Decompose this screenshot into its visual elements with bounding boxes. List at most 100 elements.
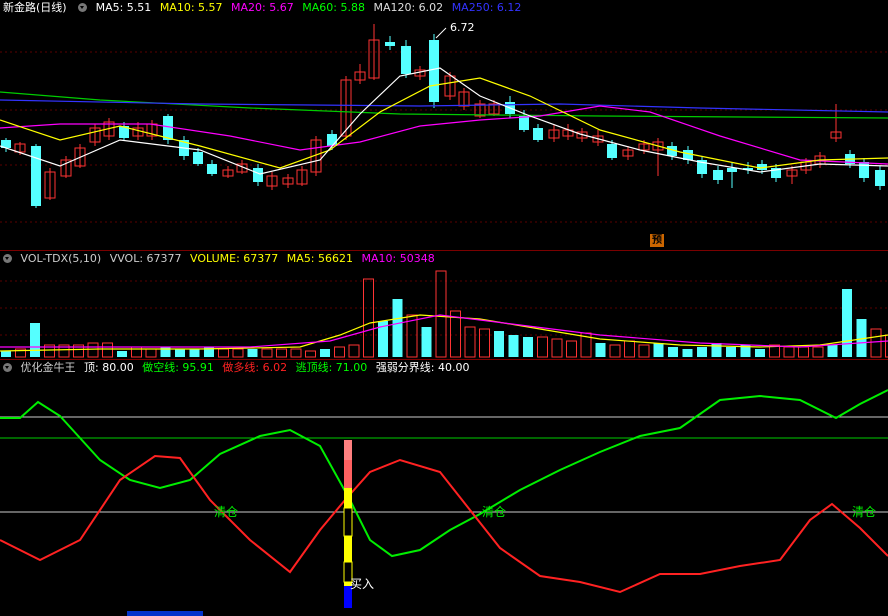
volume-bar bbox=[537, 336, 548, 358]
volume-bar bbox=[479, 328, 490, 358]
volume-bar bbox=[812, 346, 824, 358]
dropdown-circle-icon[interactable] bbox=[78, 3, 88, 12]
ma20-label: MA20: 5.67 bbox=[231, 1, 294, 14]
volume-label: VOLUME: 67377 bbox=[190, 252, 279, 265]
volume-bar bbox=[523, 337, 533, 357]
candle-body bbox=[859, 162, 869, 178]
volume-chart-panel[interactable]: VOL-TDX(5,10) VVOL: 67377 VOLUME: 67377 … bbox=[0, 251, 888, 359]
volume-bar bbox=[305, 350, 316, 358]
volume-bar bbox=[508, 335, 519, 357]
volume-bar bbox=[726, 347, 736, 357]
volume-bar bbox=[551, 338, 563, 358]
volume-bar bbox=[624, 340, 635, 358]
long-line bbox=[0, 454, 888, 594]
volume-bar bbox=[842, 289, 852, 357]
candle-body bbox=[163, 116, 173, 140]
candle-body bbox=[193, 152, 203, 164]
candle-body bbox=[533, 128, 543, 140]
volume-bar bbox=[30, 323, 40, 357]
volume-bar bbox=[334, 346, 345, 358]
candle-body bbox=[519, 116, 529, 130]
candle-body bbox=[31, 146, 41, 206]
vol-ma10-line bbox=[0, 314, 888, 348]
oscillator-panel[interactable]: 优化金牛王 顶: 80.00 做空线: 95.91 做多线: 6.02 逃顶线:… bbox=[0, 360, 888, 616]
volume-header: VOL-TDX(5,10) VVOL: 67377 VOLUME: 67377 … bbox=[0, 251, 440, 267]
volume-bar bbox=[464, 326, 476, 358]
volume-bar bbox=[320, 349, 330, 357]
volume-bar bbox=[755, 349, 765, 357]
candle-body bbox=[875, 170, 885, 186]
top-label: 顶: 80.00 bbox=[84, 361, 134, 374]
short-line-label: 做空线: 95.91 bbox=[142, 361, 214, 374]
dropdown-circle-icon[interactable] bbox=[3, 363, 12, 372]
buy-label: 买入 bbox=[350, 577, 374, 591]
volume-bar bbox=[218, 348, 229, 358]
volume-bar bbox=[711, 343, 722, 357]
oscillator-header: 优化金牛王 顶: 80.00 做空线: 95.91 做多线: 6.02 逃顶线:… bbox=[0, 360, 475, 376]
vvol-label: VVOL: 67377 bbox=[109, 252, 182, 265]
signal-bar-segment bbox=[343, 507, 353, 537]
volume-bar bbox=[638, 344, 650, 358]
price-header: 新金路(日线) MA5: 5.51 MA10: 5.57 MA20: 5.67 … bbox=[0, 0, 526, 16]
strength-line-label: 强弱分界线: 40.00 bbox=[375, 361, 470, 374]
ma250-label: MA250: 6.12 bbox=[451, 1, 522, 14]
volume-bar bbox=[290, 348, 302, 358]
volume-bar bbox=[494, 331, 504, 357]
candle-body bbox=[207, 164, 217, 174]
volume-bar bbox=[566, 340, 577, 358]
volume-bar bbox=[175, 349, 185, 357]
candle-body bbox=[429, 40, 439, 102]
high-price-label: 6.72 bbox=[450, 21, 475, 34]
volume-bar bbox=[609, 344, 621, 358]
oscillator-chart[interactable]: 清仓 清仓 清仓买入 bbox=[0, 360, 888, 616]
volume-bar bbox=[421, 327, 432, 357]
clear-position-label: 清仓 bbox=[852, 505, 876, 519]
volume-bar bbox=[392, 299, 403, 357]
ma60-line bbox=[0, 91, 888, 119]
volume-bar bbox=[595, 343, 606, 357]
price-chart-panel[interactable]: 新金路(日线) MA5: 5.51 MA10: 5.57 MA20: 5.67 … bbox=[0, 0, 888, 250]
signal-bar-segment bbox=[344, 460, 352, 488]
vol-ma10-label: MA10: 50348 bbox=[361, 252, 435, 265]
clear-position-label: 清仓 bbox=[214, 505, 238, 519]
long-line-label: 做多线: 6.02 bbox=[222, 361, 288, 374]
clear-position-label: 清仓 bbox=[482, 505, 506, 519]
short-line bbox=[0, 389, 888, 558]
candle-body bbox=[253, 168, 263, 182]
predict-badge[interactable]: 预 bbox=[650, 234, 664, 247]
ma5-label: MA5: 5.51 bbox=[95, 1, 152, 14]
osc-indicator-name: 优化金牛王 bbox=[20, 361, 76, 374]
volume-bar bbox=[117, 351, 127, 357]
volume-bar bbox=[682, 349, 693, 357]
volume-bars[interactable] bbox=[0, 251, 888, 359]
volume-bar bbox=[102, 342, 113, 358]
volume-bar bbox=[247, 349, 258, 357]
signal-bar-segment bbox=[344, 488, 352, 508]
volume-bar bbox=[653, 343, 664, 357]
candle-body bbox=[401, 46, 411, 74]
volume-bar bbox=[697, 347, 707, 357]
signal-bar-segment bbox=[344, 440, 352, 460]
volume-bar bbox=[348, 344, 360, 358]
volume-bar bbox=[798, 346, 809, 358]
volume-bar bbox=[87, 342, 99, 358]
signal-bar-segment bbox=[344, 536, 352, 562]
volume-bar bbox=[827, 345, 838, 357]
candle-body bbox=[385, 42, 395, 46]
high-pointer bbox=[435, 27, 447, 39]
volume-bar bbox=[276, 348, 287, 358]
escape-top-label: 逃顶线: 71.00 bbox=[295, 361, 368, 374]
volume-bar bbox=[870, 328, 882, 358]
vol-indicator-name: VOL-TDX(5,10) bbox=[20, 252, 102, 265]
ma60-label: MA60: 5.88 bbox=[302, 1, 365, 14]
candlestick-chart[interactable]: 6.72 bbox=[0, 0, 888, 250]
volume-bar bbox=[145, 348, 157, 358]
candle-body bbox=[713, 170, 723, 180]
volume-bar bbox=[1, 351, 11, 357]
volume-bar bbox=[189, 349, 200, 357]
volume-bar bbox=[363, 278, 374, 358]
stock-name: 新金路(日线) bbox=[3, 1, 67, 14]
volume-bar bbox=[435, 270, 447, 358]
dropdown-circle-icon[interactable] bbox=[3, 254, 12, 263]
vol-ma5-label: MA5: 56621 bbox=[286, 252, 354, 265]
